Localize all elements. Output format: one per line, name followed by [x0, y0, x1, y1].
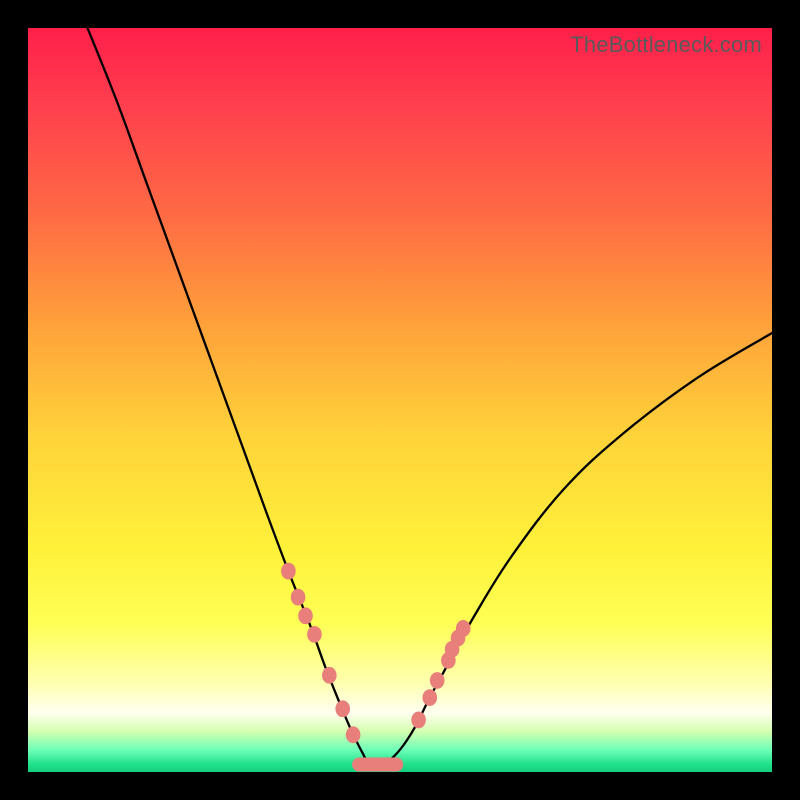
- marker-left-5: [335, 700, 350, 717]
- marker-right-6: [456, 620, 471, 637]
- marker-left-4: [322, 667, 337, 684]
- marker-left-1: [291, 589, 306, 606]
- marker-right-1: [422, 689, 437, 706]
- marker-left-3: [307, 626, 322, 643]
- marker-left-2: [298, 607, 313, 624]
- chart-frame: TheBottleneck.com: [0, 0, 800, 800]
- marker-right-2: [430, 672, 445, 689]
- marker-left-6: [346, 726, 361, 743]
- curve-svg: [28, 28, 772, 772]
- marker-left-0: [281, 563, 296, 580]
- plot-area: TheBottleneck.com: [28, 28, 772, 772]
- marker-right-0: [411, 712, 426, 729]
- bottleneck-curve: [88, 28, 772, 766]
